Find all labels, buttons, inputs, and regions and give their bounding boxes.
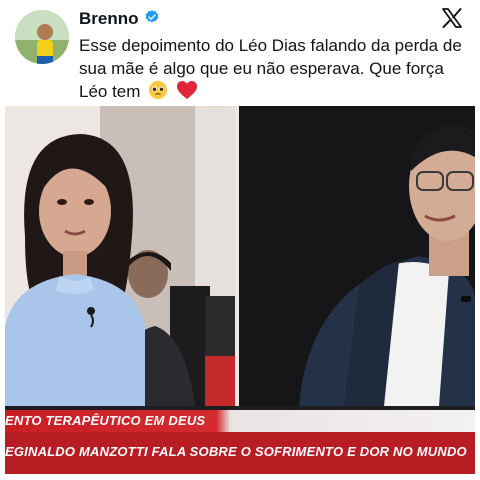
- tweet-text: Esse depoimento do Léo Dias falando da p…: [79, 34, 474, 106]
- x-logo-icon[interactable]: [440, 6, 464, 30]
- verified-badge-icon: [144, 9, 160, 30]
- post-footer: [0, 474, 480, 480]
- red-heart-emoji: [176, 80, 198, 106]
- video-player[interactable]: ENTO TERAPÊUTICO EM DEUS EGINALDO MANZOT…: [5, 106, 475, 474]
- video-frame-man: [239, 106, 475, 406]
- tweet-body: Esse depoimento do Léo Dias falando da p…: [79, 36, 462, 101]
- news-ticker: ENTO TERAPÊUTICO EM DEUS EGINALDO MANZOT…: [5, 410, 475, 474]
- ticker-top-bar: ENTO TERAPÊUTICO EM DEUS: [5, 410, 475, 432]
- post-header: Brenno Esse depoimento do Léo Dias falan…: [0, 0, 480, 104]
- pleading-face-emoji: [148, 80, 168, 106]
- ticker-top-text: ENTO TERAPÊUTICO EM DEUS: [5, 413, 206, 428]
- ticker-bottom-text: EGINALDO MANZOTTI FALA SOBRE O SOFRIMENT…: [5, 444, 467, 459]
- author-name[interactable]: Brenno: [79, 9, 139, 29]
- video-frame-woman: [5, 106, 235, 406]
- avatar[interactable]: [15, 10, 69, 64]
- ticker-bottom-bar: EGINALDO MANZOTTI FALA SOBRE O SOFRIMENT…: [5, 432, 475, 474]
